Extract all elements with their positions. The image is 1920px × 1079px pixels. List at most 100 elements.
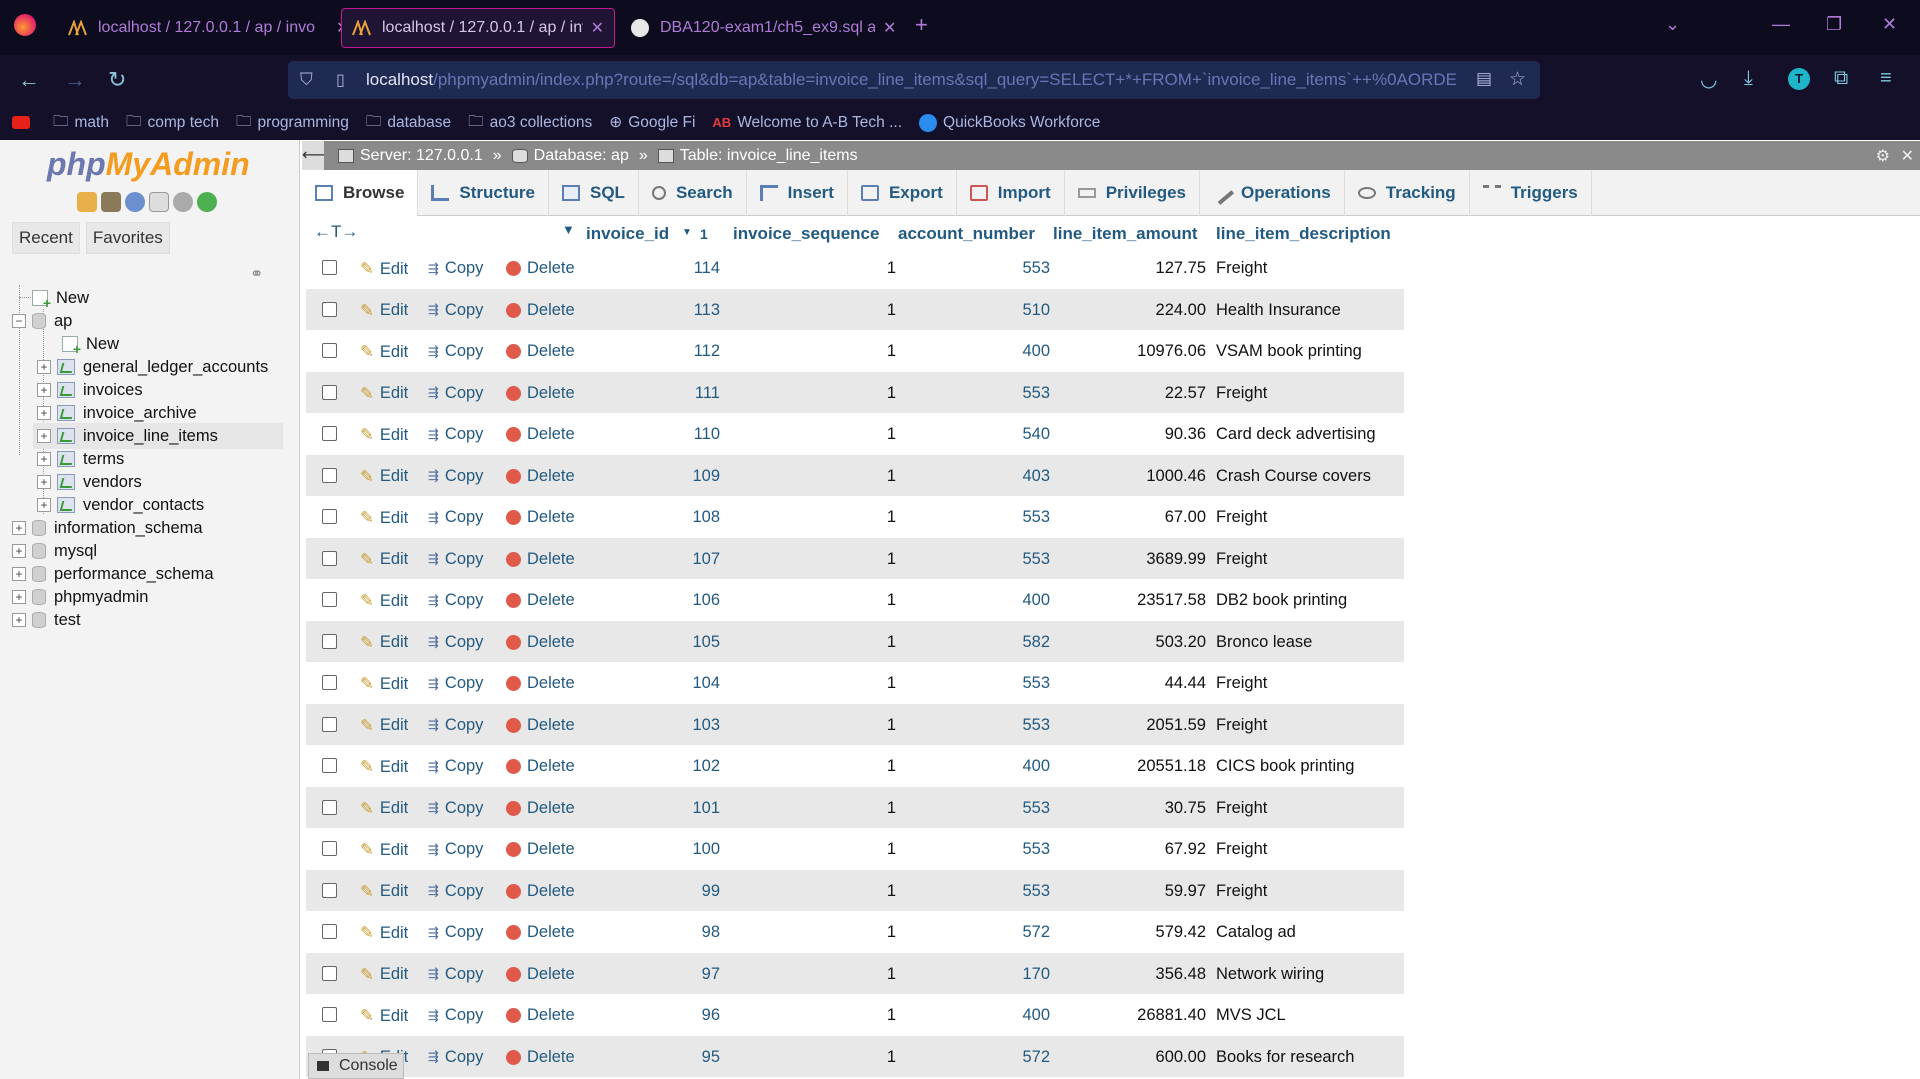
- row-checkbox[interactable]: [322, 509, 337, 524]
- copy-button[interactable]: ⇶ Copy: [428, 467, 483, 486]
- collapse-sidebar-icon[interactable]: ⟵: [302, 141, 325, 170]
- column-header-invoice-id[interactable]: invoice_id: [586, 224, 669, 244]
- copy-button[interactable]: ⇶ Copy: [428, 550, 483, 569]
- row-checkbox[interactable]: [322, 841, 337, 856]
- edit-button[interactable]: ✎Edit: [360, 882, 408, 902]
- cell-invoice-id[interactable]: 97: [702, 965, 720, 984]
- close-icon[interactable]: ✕: [883, 18, 896, 38]
- cell-account-number[interactable]: 553: [1022, 840, 1050, 859]
- table-row[interactable]: ✎ Edit ⇶ Copy Delete 104 1 553 44.44 Freight: [306, 662, 1404, 704]
- bookmark-quickbooks[interactable]: QuickBooks Workforce: [919, 113, 1100, 132]
- copy-button[interactable]: ⇶ Copy: [428, 840, 483, 859]
- cell-invoice-id[interactable]: 106: [692, 591, 720, 610]
- favorites-tab[interactable]: Favorites: [85, 222, 170, 254]
- table-row[interactable]: ✎Edit⇶CopyDelete951572600.00Books for re…: [306, 1035, 1404, 1077]
- home-icon[interactable]: [77, 192, 97, 212]
- tab-sql[interactable]: SQL: [549, 170, 639, 216]
- cell-account-number[interactable]: 553: [1022, 882, 1050, 901]
- expand-icon[interactable]: +: [12, 613, 26, 627]
- cell-invoice-id[interactable]: 107: [692, 550, 720, 569]
- row-checkbox[interactable]: [322, 924, 337, 939]
- table-row[interactable]: ✎ Edit ⇶ Copy Delete 99 1 553 59.97 Freight: [306, 869, 1404, 911]
- collapse-icon[interactable]: −: [12, 314, 26, 328]
- expand-icon[interactable]: +: [37, 360, 51, 374]
- expand-icon[interactable]: +: [37, 406, 51, 420]
- cell-account-number[interactable]: 553: [1022, 550, 1050, 569]
- cell-account-number[interactable]: 400: [1022, 591, 1050, 610]
- tab-triggers[interactable]: Triggers: [1470, 170, 1592, 216]
- minimize-icon[interactable]: —: [1772, 14, 1790, 35]
- copy-button[interactable]: ⇶ Copy: [428, 301, 483, 320]
- cell-account-number[interactable]: 582: [1022, 633, 1050, 652]
- delete-button[interactable]: Delete: [506, 965, 575, 984]
- copy-button[interactable]: ⇶ Copy: [428, 965, 483, 984]
- edit-button[interactable]: ✎Edit: [360, 716, 408, 736]
- cell-invoice-id[interactable]: 103: [692, 716, 720, 735]
- copy-button[interactable]: ⇶ Copy: [428, 425, 483, 444]
- forward-icon[interactable]: →: [64, 67, 86, 93]
- phpmyadmin-logo[interactable]: phpMyAdmin: [47, 146, 250, 183]
- delete-button[interactable]: Delete: [506, 301, 575, 320]
- shield-icon[interactable]: ⛉: [300, 70, 313, 90]
- table-row[interactable]: ✎ Edit ⇶ Copy Delete 97 1 170 356.48 Network wiri…: [306, 952, 1404, 994]
- cell-account-number[interactable]: 553: [1022, 716, 1050, 735]
- delete-button[interactable]: Delete: [506, 882, 575, 901]
- delete-button[interactable]: Delete: [506, 259, 575, 278]
- cell-invoice-id[interactable]: 102: [692, 757, 720, 776]
- recent-tab[interactable]: Recent: [12, 222, 80, 254]
- cell-account-number[interactable]: 403: [1022, 467, 1050, 486]
- copy-button[interactable]: ⇶ Copy: [428, 923, 483, 942]
- cell-invoice-id[interactable]: 112: [694, 342, 720, 361]
- delete-button[interactable]: Delete: [506, 425, 575, 444]
- tree-db-test[interactable]: + test: [12, 607, 81, 633]
- expand-icon[interactable]: +: [37, 383, 51, 397]
- cell-invoice-id[interactable]: 100: [692, 840, 720, 859]
- row-checkbox[interactable]: [322, 426, 337, 441]
- close-icon[interactable]: ✕: [1901, 146, 1914, 166]
- settings-icon[interactable]: [173, 192, 193, 212]
- restore-icon[interactable]: ❐: [1826, 14, 1842, 35]
- row-checkbox[interactable]: [322, 882, 337, 898]
- table-row[interactable]: ✎ Edit ⇶ Copy Delete 109 1 403 1000.46 Crash Cour…: [306, 454, 1404, 496]
- table-row[interactable]: ✎ Edit ⇶ Copy Delete 113 1 510 224.00 Health Insu…: [306, 288, 1404, 330]
- column-header-line-item-amount[interactable]: line_item_amount: [1053, 224, 1198, 244]
- row-checkbox[interactable]: [322, 343, 337, 358]
- tab-tracking[interactable]: Tracking: [1345, 170, 1470, 216]
- pocket-icon[interactable]: ◡: [1700, 67, 1717, 92]
- table-row[interactable]: ✎ Edit ⇶ Copy Delete 108 1 553 67.00 Freight: [306, 496, 1404, 538]
- edit-button[interactable]: ✎Edit: [360, 508, 408, 528]
- cell-account-number[interactable]: 553: [1022, 259, 1050, 278]
- console-toggle[interactable]: Console: [308, 1053, 404, 1079]
- row-checkbox[interactable]: [322, 799, 337, 815]
- copy-button[interactable]: ⇶ Copy: [428, 1048, 483, 1067]
- delete-button[interactable]: Delete: [506, 342, 575, 361]
- copy-button[interactable]: ⇶ Copy: [428, 674, 483, 693]
- row-checkbox[interactable]: [322, 675, 337, 690]
- breadcrumb-server[interactable]: Server: 127.0.0.1: [338, 147, 483, 165]
- edit-button[interactable]: ✎Edit: [360, 965, 408, 985]
- bookmark-google-fi[interactable]: ⊕ Google Fi: [609, 113, 695, 132]
- cell-invoice-id[interactable]: 111: [695, 384, 720, 403]
- cell-account-number[interactable]: 170: [1022, 965, 1050, 984]
- table-row[interactable]: ✎ Edit ⇶ Copy Delete 100 1 553 67.92 Freight: [306, 828, 1404, 870]
- cell-invoice-id[interactable]: 95: [702, 1048, 720, 1067]
- bookmark-folder-database[interactable]: 🗀 database: [366, 109, 451, 136]
- delete-button[interactable]: Delete: [506, 550, 575, 569]
- tab-insert[interactable]: Insert: [747, 170, 848, 216]
- bookmark-folder-math[interactable]: 🗀 math: [53, 109, 109, 136]
- copy-button[interactable]: ⇶ Copy: [428, 384, 483, 403]
- cell-invoice-id[interactable]: 98: [702, 923, 720, 942]
- docs-icon[interactable]: [149, 192, 169, 212]
- delete-button[interactable]: Delete: [506, 1006, 575, 1025]
- copy-button[interactable]: ⇶ Copy: [428, 633, 483, 652]
- tab-structure[interactable]: Structure: [418, 170, 549, 216]
- menu-icon[interactable]: ≡: [1880, 67, 1892, 90]
- tab-privileges[interactable]: Privileges: [1065, 170, 1201, 216]
- cell-account-number[interactable]: 400: [1022, 342, 1050, 361]
- delete-button[interactable]: Delete: [506, 716, 575, 735]
- delete-button[interactable]: Delete: [506, 923, 575, 942]
- cell-invoice-id[interactable]: 105: [692, 633, 720, 652]
- delete-button[interactable]: Delete: [506, 1048, 575, 1067]
- gear-icon[interactable]: ⚙: [1876, 146, 1890, 166]
- copy-button[interactable]: ⇶ Copy: [428, 1006, 483, 1025]
